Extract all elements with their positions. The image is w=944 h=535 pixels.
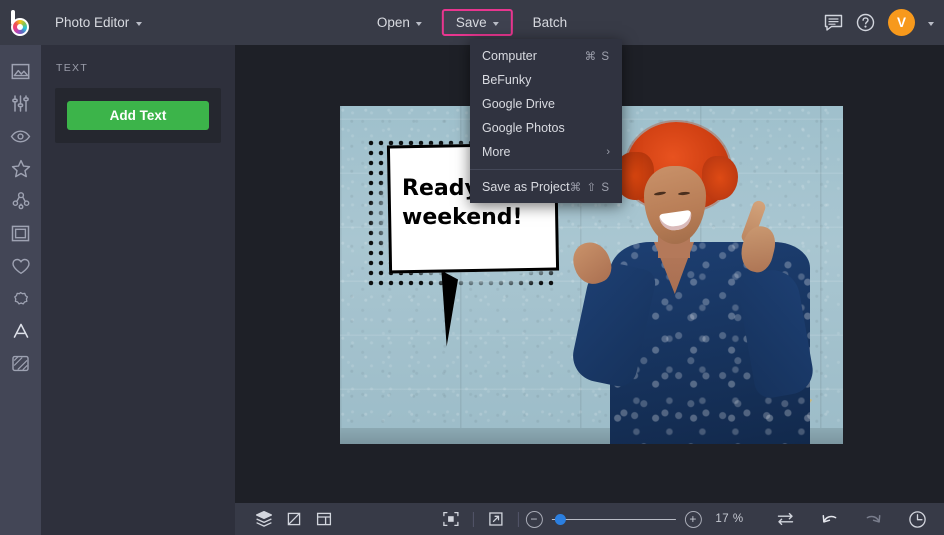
texture-icon <box>11 354 30 373</box>
open-button[interactable]: Open <box>363 9 436 36</box>
app-switcher-label: Photo Editor <box>55 15 129 30</box>
zoom-slider-knob[interactable] <box>554 514 565 525</box>
comment-icon[interactable] <box>824 14 843 31</box>
layout-icon[interactable] <box>309 503 339 535</box>
chevron-down-icon <box>493 22 499 26</box>
top-right-actions: V <box>824 9 934 36</box>
batch-button[interactable]: Batch <box>519 9 582 36</box>
expand-icon[interactable] <box>480 503 510 535</box>
zoom-slider-track <box>551 519 675 520</box>
panel-title: TEXT <box>41 45 235 74</box>
heart-icon <box>11 257 31 276</box>
add-text-button[interactable]: Add Text <box>67 101 209 130</box>
zoom-level-label: 17 % <box>715 513 743 525</box>
artsy-icon <box>11 191 31 211</box>
eye-icon <box>10 127 31 146</box>
chevron-down-icon[interactable] <box>928 22 934 26</box>
fit-to-screen-icon[interactable] <box>435 503 465 535</box>
menu-item-save-as-project[interactable]: Save as Project ⌘ ⇧ S <box>470 175 622 199</box>
undo-icon[interactable] <box>814 503 844 535</box>
menu-item-befunky[interactable]: BeFunky <box>470 68 622 92</box>
sidebar-item-textures[interactable] <box>0 348 41 381</box>
sidebar-item-artsy[interactable] <box>0 185 41 218</box>
chevron-down-icon <box>136 22 142 26</box>
star-icon <box>11 159 31 178</box>
crop-icon[interactable] <box>279 503 309 535</box>
divider <box>472 512 473 527</box>
save-button[interactable]: Save <box>442 9 513 36</box>
open-button-label: Open <box>377 15 410 30</box>
layers-icon[interactable] <box>249 503 279 535</box>
menu-item-label: More <box>482 145 510 159</box>
sidebar-item-effects[interactable] <box>0 153 41 186</box>
top-center-actions: Open Save Batch <box>363 9 581 36</box>
app-switcher[interactable]: Photo Editor <box>44 9 153 36</box>
sidebar-item-touch-up[interactable] <box>0 120 41 153</box>
redo-icon[interactable] <box>858 503 888 535</box>
bottom-toolbar: − + 17 % <box>235 503 944 535</box>
chevron-right-icon: › <box>606 146 610 158</box>
menu-item-computer[interactable]: Computer ⌘ S <box>470 44 622 68</box>
panel-card: Add Text <box>55 88 221 143</box>
save-dropdown-menu: Computer ⌘ S BeFunky Google Drive Google… <box>470 39 622 203</box>
person-subject <box>592 114 822 444</box>
frame-icon <box>11 224 30 243</box>
chevron-down-icon <box>416 22 422 26</box>
help-icon[interactable] <box>856 13 875 32</box>
zoom-controls: − + 17 % <box>435 503 743 535</box>
tool-rail <box>0 45 41 535</box>
text-panel: TEXT Add Text <box>41 45 235 535</box>
sidebar-item-image-manager[interactable] <box>0 55 41 88</box>
menu-item-more[interactable]: More › <box>470 140 622 164</box>
menu-item-google-drive[interactable]: Google Drive <box>470 92 622 116</box>
sidebar-item-text[interactable] <box>0 315 41 348</box>
zoom-slider[interactable] <box>551 511 675 528</box>
save-button-label: Save <box>456 15 487 30</box>
divider <box>517 512 518 527</box>
sidebar-item-frames[interactable] <box>0 218 41 251</box>
menu-divider <box>470 169 622 170</box>
sliders-icon <box>11 94 30 113</box>
sidebar-item-edit[interactable] <box>0 88 41 121</box>
compare-icon[interactable] <box>770 503 800 535</box>
history-controls <box>770 503 932 535</box>
avatar-initial: V <box>897 15 906 30</box>
befunky-photo-editor: Photo Editor Open Save Batch <box>0 0 944 535</box>
zoom-in-button[interactable]: + <box>684 511 701 528</box>
sidebar-item-graphics[interactable] <box>0 250 41 283</box>
befunky-logo[interactable] <box>0 0 41 45</box>
menu-item-shortcut: ⌘ S <box>585 49 610 63</box>
zoom-out-button[interactable]: − <box>525 511 542 528</box>
sidebar-item-overlays[interactable] <box>0 283 41 316</box>
menu-item-label: Computer <box>482 49 537 63</box>
image-icon <box>11 62 30 81</box>
menu-item-label: BeFunky <box>482 73 531 87</box>
text-icon <box>11 321 31 341</box>
batch-button-label: Batch <box>533 15 568 30</box>
menu-item-label: Google Photos <box>482 121 565 135</box>
menu-item-label: Save as Project <box>482 180 570 194</box>
history-icon[interactable] <box>902 503 932 535</box>
badge-icon <box>11 289 30 308</box>
avatar[interactable]: V <box>888 9 915 36</box>
menu-item-label: Google Drive <box>482 97 555 111</box>
menu-item-google-photos[interactable]: Google Photos <box>470 116 622 140</box>
menu-item-shortcut: ⌘ ⇧ S <box>570 180 610 194</box>
